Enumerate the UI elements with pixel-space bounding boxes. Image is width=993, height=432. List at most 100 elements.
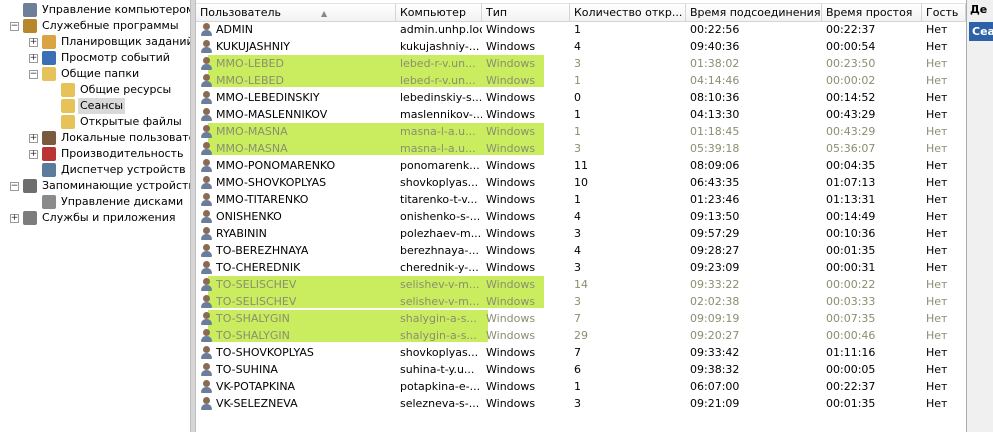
column-header[interactable]: Тип — [482, 4, 570, 21]
tree-item[interactable]: − Служебные программы — [10, 18, 181, 34]
user-cell: TO-SHALYGIN — [196, 327, 400, 344]
table-cell: ponomarenk... — [400, 159, 480, 172]
user-cell: MMO-LEBED — [196, 55, 400, 72]
table-row[interactable]: MMO-MASNA masna-l-a.u... Windows 3 05:39:18 0… — [196, 140, 966, 157]
actions-pane-item[interactable]: Сеа — [969, 22, 993, 41]
tree-item[interactable]: + Локальные пользовател — [29, 130, 190, 146]
table-cell: 05:36:07 — [826, 142, 876, 155]
table-row[interactable]: MMO-PONOMARENKO ponomarenk... Windows 11 08:… — [196, 157, 966, 174]
tree-item[interactable]: Открытые файлы — [48, 114, 184, 130]
table-cell: shalygin-a-s... — [400, 312, 477, 325]
table-cell: Нет — [926, 74, 948, 87]
table-cell: 1 — [574, 108, 581, 121]
expand-icon[interactable]: + — [29, 53, 38, 63]
user-cell: TO-SELISCHEV — [196, 293, 400, 310]
collapse-icon[interactable]: − — [10, 181, 19, 191]
table-cell: 09:33:42 — [690, 346, 740, 359]
user-cell: TO-SHOVKOPLYAS — [196, 344, 400, 361]
table-row[interactable]: TO-SELISCHEV selishev-v-m... Windows 14 09:3… — [196, 276, 966, 293]
table-cell: 00:10:36 — [826, 227, 876, 240]
table-row[interactable]: TO-SHOVKOPLYAS shovkoplyas... Windows 7 09:3… — [196, 344, 966, 361]
sort-ascending-icon: ▲ — [321, 9, 328, 18]
table-row[interactable]: MMO-LEBEDINSKIY lebedinskiy-s... Windows 0 0… — [196, 89, 966, 106]
tree-item[interactable]: Управление дисками — [29, 194, 185, 210]
table-cell: 01:07:13 — [826, 176, 876, 189]
tree-item[interactable]: Диспетчер устройств — [29, 162, 188, 178]
table-cell: 4 — [574, 210, 581, 223]
table-row[interactable]: TO-CHEREDNIK cherednik-y-... Windows 3 09:23… — [196, 259, 966, 276]
table-row[interactable]: MMO-TITARENKO titarenko-t-v... Windows 1 01:… — [196, 191, 966, 208]
table-row[interactable]: RYABININ polezhaev-m... Windows 3 09:57:29 00… — [196, 225, 966, 242]
column-header[interactable]: Количество откр... — [570, 4, 686, 21]
user-name: TO-BEREZHNAYA — [216, 244, 309, 257]
table-row[interactable]: MMO-LEBED lebed-r-v.un... Windows 3 01:38:02… — [196, 55, 966, 72]
tree-item[interactable]: + Службы и приложения — [10, 210, 177, 226]
column-header[interactable]: Гость — [922, 4, 966, 21]
table-cell: 04:14:46 — [690, 74, 740, 87]
table-row[interactable]: MMO-MASNA masna-l-a.u... Windows 1 01:18:45 0… — [196, 123, 966, 140]
tree-item[interactable]: + Планировщик заданий — [29, 34, 190, 50]
user-icon — [200, 125, 213, 138]
table-row[interactable]: TO-SUHINA suhina-t-y.u... Windows 6 09:38:32… — [196, 361, 966, 378]
expand-icon[interactable]: + — [29, 149, 38, 159]
table-cell: Нет — [926, 312, 948, 325]
table-cell: 1 — [574, 74, 581, 87]
expand-icon[interactable]: + — [29, 133, 38, 143]
table-row[interactable]: TO-SHALYGIN shalygin-a-s... Windows 29 09:20… — [196, 327, 966, 344]
expand-icon[interactable]: + — [29, 37, 38, 47]
tree-item[interactable]: Управление компьютером (лока — [10, 2, 190, 18]
tree-item[interactable]: Сеансы — [48, 98, 126, 114]
user-cell: VK-SELEZNEVA — [196, 395, 400, 412]
table-cell: Windows — [486, 278, 536, 291]
collapse-icon[interactable]: − — [10, 21, 19, 31]
table-cell: 0 — [574, 91, 581, 104]
table-row[interactable]: KUKUJASHNIY kukujashniy-... Windows 4 09:40:… — [196, 38, 966, 55]
tree-item[interactable]: + Просмотр событий — [29, 50, 172, 66]
tree-item[interactable]: − Общие папки — [29, 66, 141, 82]
user-cell: MMO-TITARENKO — [196, 191, 400, 208]
table-cell: titarenko-t-v... — [400, 193, 478, 206]
table-cell: Нет — [926, 261, 948, 274]
table-row[interactable]: TO-SELISCHEV selishev-v-m... Windows 3 02:02… — [196, 293, 966, 310]
table-row[interactable]: TO-BEREZHNAYA berezhnaya-... Windows 4 09:28… — [196, 242, 966, 259]
column-header[interactable]: Компьютер — [396, 4, 482, 21]
table-row[interactable]: ADMIN admin.unhp.loc Windows 1 00:22:56 00:22… — [196, 21, 966, 38]
table-cell: Windows — [486, 363, 536, 376]
tree-item-label: Служебные программы — [42, 19, 179, 32]
user-icon — [200, 312, 213, 325]
table-cell: shovkoplyas... — [400, 346, 479, 359]
user-cell: ADMIN — [196, 21, 400, 38]
tree-item-label: Локальные пользовател — [61, 131, 190, 144]
table-cell: 04:13:30 — [690, 108, 740, 121]
column-header[interactable]: Время подсоединения — [686, 4, 822, 21]
collapse-icon[interactable]: − — [29, 69, 38, 79]
table-cell: 7 — [574, 312, 581, 325]
tree-item[interactable]: − Запоминающие устройства — [10, 178, 190, 194]
table-row[interactable]: MMO-SHOVKOPLYAS shovkoplyas... Windows 10 06… — [196, 174, 966, 191]
table-row[interactable]: ONISHENKO onishenko-s-... Windows 4 09:13:50… — [196, 208, 966, 225]
table-row[interactable]: TO-SHALYGIN shalygin-a-s... Windows 7 09:09:… — [196, 310, 966, 327]
table-cell: Нет — [926, 346, 948, 359]
tree-item[interactable]: + Производительность — [29, 146, 186, 162]
table-cell: potapkina-e-... — [400, 380, 481, 393]
tree-item-label: Просмотр событий — [61, 51, 170, 64]
column-header[interactable]: Пользователь ▲ — [196, 4, 396, 21]
user-cell: MMO-LEBEDINSKIY — [196, 89, 400, 106]
tree-item[interactable]: Общие ресурсы — [48, 82, 173, 98]
user-cell: MMO-MASNA — [196, 140, 400, 157]
column-header[interactable]: Время простоя — [822, 4, 922, 21]
table-cell: Windows — [486, 329, 536, 342]
table-cell: 00:01:35 — [826, 244, 876, 257]
user-cell: MMO-MASLENNIKOV — [196, 106, 400, 123]
table-row[interactable]: VK-SELEZNEVA selezneva-s-... Windows 3 09:21… — [196, 395, 966, 412]
table-cell: 08:10:36 — [690, 91, 740, 104]
table-cell: Нет — [926, 329, 948, 342]
user-cell: RYABININ — [196, 225, 400, 242]
user-name: MMO-PONOMARENKO — [216, 159, 336, 172]
table-row[interactable]: MMO-MASLENNIKOV maslennikov-... Windows 1 04… — [196, 106, 966, 123]
user-icon — [200, 278, 213, 291]
column-header-label: Тип — [486, 6, 508, 19]
expand-icon[interactable]: + — [10, 213, 19, 223]
table-row[interactable]: VK-POTAPKINA potapkina-e-... Windows 1 06:07… — [196, 378, 966, 395]
table-row[interactable]: MMO-LEBED lebed-r-v.un... Windows 1 04:14:46… — [196, 72, 966, 89]
